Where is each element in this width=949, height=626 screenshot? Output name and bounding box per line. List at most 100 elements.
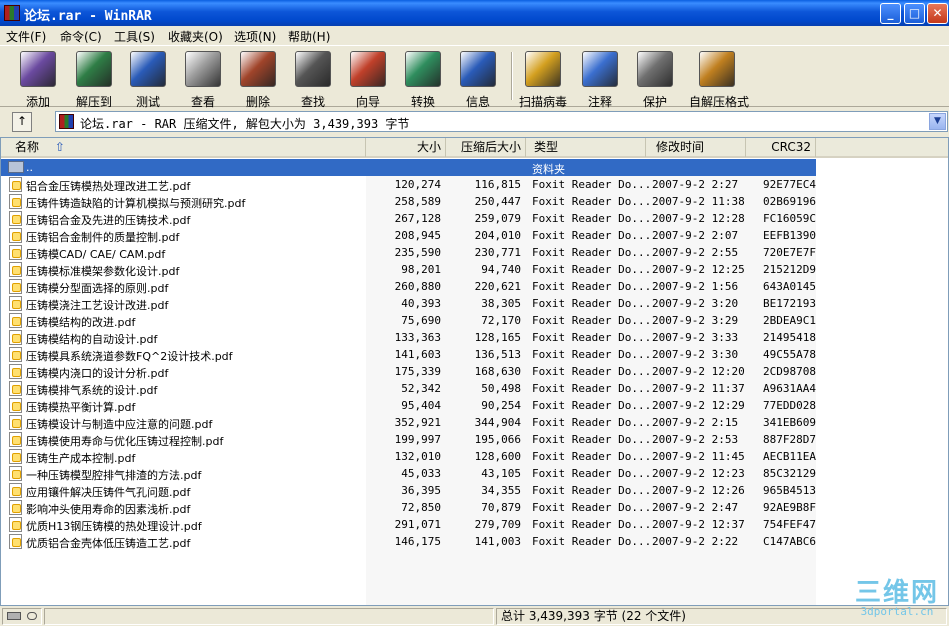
file-row[interactable]: 压铸模CAD/ CAE/ CAM.pdf 235,590 230,771 Foxit … — [1, 244, 816, 261]
file-size: 36,395 — [401, 484, 441, 497]
file-row[interactable]: 压铸铝合金及先进的压铸技术.pdf 267,128 259,079 Foxit Rea… — [1, 210, 816, 227]
archive-path-combobox[interactable]: 论坛.rar - RAR 压缩文件, 解包大小为 3,439,393 字节 ▼ — [55, 111, 948, 132]
delete-button[interactable]: 删除 — [230, 49, 286, 109]
menu-options[interactable]: 选项(N) — [234, 28, 276, 45]
file-row[interactable]: 压铸件铸造缺陷的计算机模拟与预测研究.pdf 258,589 250,447 Foxi… — [1, 193, 816, 210]
file-packed-size: 94,740 — [481, 263, 521, 276]
file-type: Foxit Reader Do... — [532, 484, 652, 497]
col-size[interactable]: 大小 — [366, 138, 446, 157]
file-row[interactable]: 压铸模结构的自动设计.pdf 133,363 128,165 Foxit Reader… — [1, 329, 816, 346]
file-crc: 643A0145 — [763, 280, 816, 293]
comment-button[interactable]: 注释 — [572, 49, 628, 109]
convert-button[interactable]: 转换 — [395, 49, 451, 109]
file-type: Foxit Reader Do... — [532, 314, 652, 327]
file-row[interactable]: 压铸模排气系统的设计.pdf 52,342 50,498 Foxit Reader D… — [1, 380, 816, 397]
file-row[interactable]: 压铸模设计与制造中应注意的问题.pdf 352,921 344,904 Foxit R… — [1, 414, 816, 431]
file-crc: EEFB1390 — [763, 229, 816, 242]
menu-commands[interactable]: 命令(C) — [60, 28, 102, 45]
row-name: .. — [26, 161, 33, 174]
menu-favorites[interactable]: 收藏夹(O) — [168, 28, 223, 45]
file-row[interactable]: 优质H13钢压铸模的热处理设计.pdf 291,071 279,709 Foxit R… — [1, 516, 816, 533]
file-crc: 965B4513 — [763, 484, 816, 497]
maximize-button[interactable]: □ — [904, 3, 925, 24]
menu-tools[interactable]: 工具(S) — [114, 28, 155, 45]
winrar-app-icon — [4, 5, 20, 21]
file-row[interactable]: 压铸模标准模架参数化设计.pdf 98,201 94,740 Foxit Reader… — [1, 261, 816, 278]
title-bar[interactable]: 论坛.rar - WinRAR _ □ ✕ — [0, 0, 949, 26]
menu-file[interactable]: 文件(F) — [6, 28, 46, 45]
file-row[interactable]: 影响冲头使用寿命的因素浅析.pdf 72,850 70,879 Foxit Reade… — [1, 499, 816, 516]
file-row[interactable]: 压铸模结构的改进.pdf 75,690 72,170 Foxit Reader Do.… — [1, 312, 816, 329]
file-row[interactable]: 优质铝合金壳体低压铸造工艺.pdf 146,175 141,003 Foxit Rea… — [1, 533, 816, 550]
protect-icon — [637, 51, 673, 87]
file-type: Foxit Reader Do... — [532, 382, 652, 395]
file-type: Foxit Reader Do... — [532, 433, 652, 446]
pdf-file-icon — [9, 228, 22, 243]
file-row[interactable]: 压铸模使用寿命与优化压铸过程控制.pdf 199,997 195,066 Foxit … — [1, 431, 816, 448]
chevron-down-icon[interactable]: ▼ — [929, 113, 946, 130]
file-name: 压铸模结构的自动设计.pdf — [26, 333, 158, 346]
test-button[interactable]: 测试 — [120, 49, 176, 109]
view-icon — [185, 51, 221, 87]
file-modified: 2007-9-2 1:56 — [652, 280, 739, 293]
file-row[interactable]: 压铸铝合金制件的质量控制.pdf 208,945 204,010 Foxit Read… — [1, 227, 816, 244]
close-button[interactable]: ✕ — [927, 3, 948, 24]
view-button[interactable]: 查看 — [175, 49, 231, 109]
file-modified: 2007-9-2 2:07 — [652, 229, 739, 242]
file-crc: 02B69196 — [763, 195, 816, 208]
file-name: 影响冲头使用寿命的因素浅析.pdf — [26, 503, 191, 516]
col-packed[interactable]: 压缩后大小 — [446, 138, 526, 157]
protect-button[interactable]: 保护 — [627, 49, 683, 109]
add-button[interactable]: 添加 — [10, 49, 66, 109]
menu-help[interactable]: 帮助(H) — [288, 28, 330, 45]
col-name[interactable]: 名称 ⇧ — [1, 138, 366, 157]
col-crc[interactable]: CRC32 — [746, 138, 816, 157]
file-name: 压铸模分型面选择的原则.pdf — [26, 282, 169, 295]
parent-folder-row[interactable]: .. 资料夹 — [1, 159, 816, 176]
file-name: 压铸模具系统浇道参数FQ^2设计技术.pdf — [26, 350, 233, 363]
file-row[interactable]: 压铸模具系统浇道参数FQ^2设计技术.pdf 141,603 136,513 Foxi… — [1, 346, 816, 363]
file-row[interactable]: 压铸模分型面选择的原则.pdf 260,880 220,621 Foxit Reade… — [1, 278, 816, 295]
scan-virus-button[interactable]: 扫描病毒 — [515, 49, 571, 109]
file-size: 75,690 — [401, 314, 441, 327]
sfx-button[interactable]: 自解压格式 — [689, 49, 749, 109]
file-name: 压铸铝合金及先进的压铸技术.pdf — [26, 214, 191, 227]
file-crc: AECB11EA — [763, 450, 816, 463]
watermark-title: 三维网 — [854, 578, 939, 608]
file-type: Foxit Reader Do... — [532, 246, 652, 259]
file-modified: 2007-9-2 12:23 — [652, 467, 745, 480]
pdf-file-icon — [9, 347, 22, 362]
file-row[interactable]: 一种压铸模型腔排气排渣的方法.pdf 45,033 43,105 Foxit Read… — [1, 465, 816, 482]
file-size: 141,603 — [394, 348, 441, 361]
extract-to-button[interactable]: 解压到 — [66, 49, 122, 109]
up-folder-button[interactable]: ↑ — [12, 112, 32, 132]
file-row[interactable]: 压铸生产成本控制.pdf 132,010 128,600 Foxit Reader D… — [1, 448, 816, 465]
file-packed-size: 70,879 — [481, 501, 521, 514]
file-packed-size: 128,600 — [474, 450, 521, 463]
test-icon — [130, 51, 166, 87]
file-row[interactable]: 铝合金压铸模热处理改进工艺.pdf 120,274 116,815 Foxit Rea… — [1, 176, 816, 193]
file-type: Foxit Reader Do... — [532, 297, 652, 310]
file-row[interactable]: 压铸模热平衡计算.pdf 95,404 90,254 Foxit Reader Do.… — [1, 397, 816, 414]
info-button[interactable]: 信息 — [450, 49, 506, 109]
drive-icon — [7, 612, 21, 620]
row-type: 资料夹 — [532, 163, 565, 176]
file-row[interactable]: 压铸模内浇口的设计分析.pdf 175,339 168,630 Foxit Reade… — [1, 363, 816, 380]
file-size: 133,363 — [394, 331, 441, 344]
file-name: 压铸模浇注工艺设计改进.pdf — [26, 299, 169, 312]
pdf-file-icon — [9, 500, 22, 515]
wizard-button[interactable]: 向导 — [340, 49, 396, 109]
find-button[interactable]: 查找 — [285, 49, 341, 109]
file-list[interactable]: 名称 ⇧ 大小 压缩后大小 类型 修改时间 CRC32 .. 资料夹 铝合金压铸模热… — [0, 137, 949, 606]
minimize-button[interactable]: _ — [880, 3, 901, 24]
file-crc: 720E7E7F — [763, 246, 816, 259]
file-size: 40,393 — [401, 297, 441, 310]
col-modified[interactable]: 修改时间 — [646, 138, 746, 157]
file-packed-size: 344,904 — [474, 416, 521, 429]
col-type[interactable]: 类型 — [526, 138, 646, 157]
pdf-file-icon — [9, 177, 22, 192]
file-row[interactable]: 应用镶件解决压铸件气孔问题.pdf 36,395 34,355 Foxit Reade… — [1, 482, 816, 499]
file-size: 52,342 — [401, 382, 441, 395]
archive-path-text: 论坛.rar - RAR 压缩文件, 解包大小为 3,439,393 字节 — [80, 117, 410, 131]
file-row[interactable]: 压铸模浇注工艺设计改进.pdf 40,393 38,305 Foxit Reader … — [1, 295, 816, 312]
